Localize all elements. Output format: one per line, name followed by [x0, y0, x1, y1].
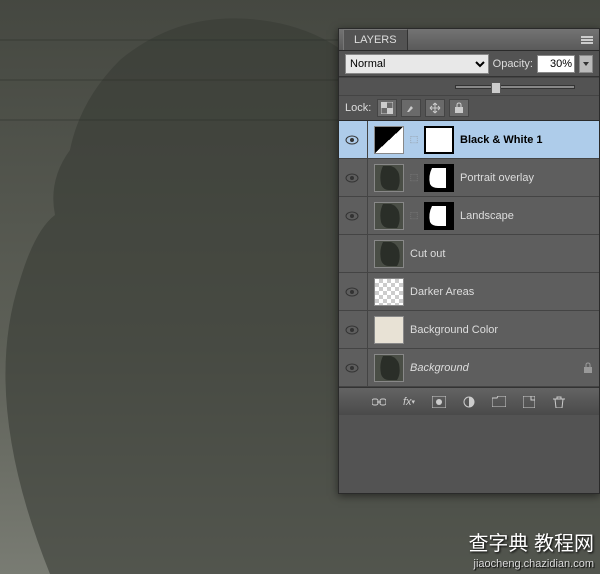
divider: [367, 159, 368, 197]
visibility-toggle[interactable]: [343, 207, 361, 225]
transparency-icon: [381, 102, 393, 114]
new-page-icon: [523, 396, 535, 408]
layer-name-label: Darker Areas: [410, 286, 595, 298]
layer-name-label: Landscape: [460, 210, 595, 222]
lock-all-button[interactable]: [449, 99, 469, 117]
blend-mode-select[interactable]: Normal: [345, 54, 489, 74]
panel-menu-icon[interactable]: [579, 34, 595, 46]
divider: [367, 235, 368, 273]
lock-icon: [583, 362, 595, 374]
opacity-label: Opacity:: [493, 58, 533, 70]
layer-thumbnail[interactable]: [374, 354, 404, 382]
divider: [367, 311, 368, 349]
opacity-input[interactable]: [537, 55, 575, 73]
visibility-toggle[interactable]: [343, 283, 361, 301]
divider: [367, 349, 368, 387]
circle-half-icon: [463, 396, 475, 408]
layer-row[interactable]: Background: [339, 349, 599, 387]
adjustment-layer-button[interactable]: [459, 392, 479, 412]
layer-thumbnail[interactable]: [374, 240, 404, 268]
layer-name-label: Portrait overlay: [460, 172, 595, 184]
fx-icon: fx: [403, 396, 412, 408]
layer-name-label: Black & White 1: [460, 134, 595, 146]
layers-tab[interactable]: LAYERS: [343, 29, 408, 50]
visibility-toggle[interactable]: [343, 169, 361, 187]
mask-icon: [432, 396, 446, 408]
visibility-toggle[interactable]: [343, 321, 361, 339]
move-icon: [429, 102, 441, 114]
layer-row[interactable]: ⬚ Landscape: [339, 197, 599, 235]
brush-icon: [405, 102, 417, 114]
link-icon: ⬚: [410, 134, 418, 145]
visibility-toggle[interactable]: [343, 359, 361, 377]
blend-opacity-row: Normal Opacity:: [339, 51, 599, 77]
layer-thumbnail[interactable]: [374, 164, 404, 192]
link-layers-button[interactable]: [369, 392, 389, 412]
link-icon: ⬚: [410, 210, 418, 221]
layer-row[interactable]: ⬚ Black & White 1: [339, 121, 599, 159]
mask-thumbnail[interactable]: [424, 202, 454, 230]
layer-style-button[interactable]: fx▾: [399, 392, 419, 412]
link-icon: ⬚: [410, 172, 418, 183]
divider: [367, 197, 368, 235]
mask-thumbnail[interactable]: [424, 126, 454, 154]
divider: [367, 121, 368, 159]
chain-icon: [372, 397, 386, 407]
layer-row[interactable]: Darker Areas: [339, 273, 599, 311]
watermark-text: 查字典 教程网: [468, 527, 594, 556]
opacity-dropdown-icon[interactable]: [579, 55, 593, 73]
layer-name-label: Cut out: [410, 248, 595, 260]
watermark-url: jiaocheng.chazidian.com: [474, 558, 594, 570]
panel-titlebar: LAYERS: [339, 29, 599, 51]
lock-transparency-button[interactable]: [377, 99, 397, 117]
layers-list: ⬚ Black & White 1 ⬚ Portrait overlay ⬚ Landsc…: [339, 121, 599, 387]
delete-layer-button[interactable]: [549, 392, 569, 412]
layer-row[interactable]: Background Color: [339, 311, 599, 349]
opacity-slider-thumb[interactable]: [491, 82, 501, 94]
opacity-slider[interactable]: [455, 85, 575, 89]
new-group-button[interactable]: [489, 392, 509, 412]
layer-thumbnail[interactable]: [374, 126, 404, 154]
visibility-toggle[interactable]: [343, 131, 361, 149]
folder-icon: [492, 396, 506, 407]
divider: [367, 273, 368, 311]
layer-thumbnail[interactable]: [374, 316, 404, 344]
panel-bottombar: fx▾: [339, 387, 599, 415]
lock-label: Lock:: [345, 102, 371, 114]
layer-name-label: Background Color: [410, 324, 595, 336]
opacity-slider-row: [339, 77, 599, 95]
lock-pixels-button[interactable]: [401, 99, 421, 117]
lock-position-button[interactable]: [425, 99, 445, 117]
layer-name-label: Background: [410, 362, 577, 374]
visibility-toggle[interactable]: [343, 245, 361, 263]
layers-panel: LAYERS Normal Opacity: Lock: ⬚ Black & Wh…: [338, 28, 600, 494]
add-mask-button[interactable]: [429, 392, 449, 412]
layer-thumbnail[interactable]: [374, 278, 404, 306]
lock-icon: [454, 102, 464, 114]
layer-row[interactable]: Cut out: [339, 235, 599, 273]
layer-row[interactable]: ⬚ Portrait overlay: [339, 159, 599, 197]
new-layer-button[interactable]: [519, 392, 539, 412]
layer-thumbnail[interactable]: [374, 202, 404, 230]
lock-row: Lock:: [339, 95, 599, 121]
trash-icon: [553, 396, 565, 408]
mask-thumbnail[interactable]: [424, 164, 454, 192]
